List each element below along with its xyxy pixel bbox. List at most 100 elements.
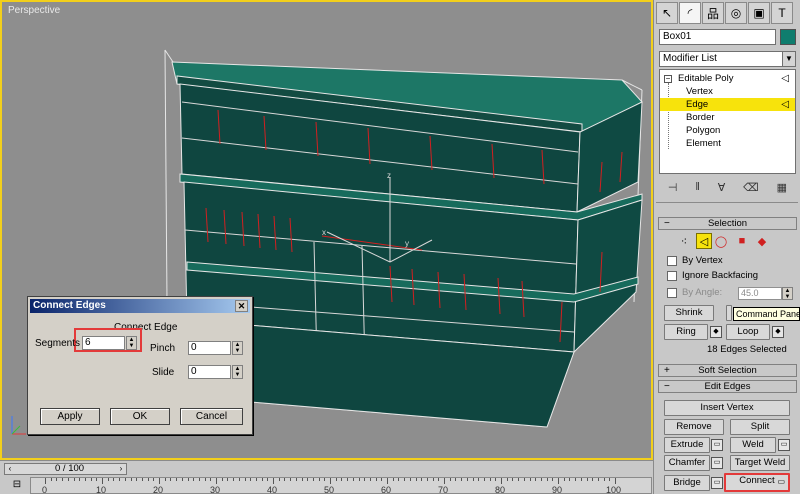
command-panel-tooltip: Command Panel (733, 307, 800, 321)
ruler-tick (50, 478, 52, 481)
target-weld-button[interactable]: Target Weld (730, 455, 790, 471)
connect-settings-icon[interactable]: ▭ (777, 476, 785, 488)
time-slider[interactable]: ‹ 0 / 100 › (4, 463, 127, 475)
stack-item-editable-poly[interactable]: − Editable Poly ◁ (660, 72, 795, 85)
pinch-input[interactable]: 0 (188, 341, 231, 355)
prev-frame-icon[interactable]: ‹ (5, 464, 15, 474)
stack-item-edge[interactable]: Edge ◁ (660, 98, 795, 111)
cancel-button[interactable]: Cancel (180, 408, 243, 425)
ruler-tick (449, 478, 451, 481)
ruler-tick (387, 478, 388, 484)
stack-item-element[interactable]: Element (660, 137, 795, 150)
stack-item-vertex[interactable]: Vertex (660, 85, 795, 98)
by-angle-checkbox[interactable] (667, 288, 677, 298)
ruler-tick (529, 478, 531, 481)
ok-button[interactable]: OK (110, 408, 170, 425)
ruler-tick (113, 478, 115, 481)
dialog-title-bar[interactable]: Connect Edges ✕ (30, 299, 250, 313)
display-tab[interactable]: ▣ (748, 2, 770, 24)
by-vertex-checkbox[interactable] (667, 256, 677, 266)
remove-modifier-icon[interactable]: ⌫ (743, 181, 759, 194)
segments-spinner[interactable]: ▲ ▼ (126, 336, 137, 350)
pin-stack-icon[interactable]: ⊣ (668, 181, 678, 194)
ruler-tick (273, 478, 274, 484)
grow-button[interactable] (726, 305, 732, 321)
ruler-tick (392, 478, 394, 481)
ruler-tick (483, 478, 485, 481)
track-ruler[interactable]: 0 10 20 30 40 50 60 70 80 90 100 (30, 477, 652, 494)
connect-button[interactable]: Connect ▭ (724, 473, 790, 492)
ruler-tick (597, 478, 599, 481)
ruler-tick (409, 478, 411, 481)
loop-button[interactable]: Loop (726, 324, 770, 340)
track-bar-icon[interactable]: ⊟ (9, 477, 25, 493)
extrude-settings-icon[interactable]: ▭ (711, 439, 723, 451)
object-name-field[interactable]: Box01 (659, 29, 776, 45)
stack-item-border[interactable]: Border (660, 111, 795, 124)
ruler-tick (535, 478, 537, 481)
chamfer-settings-icon[interactable]: ▭ (711, 457, 723, 469)
extrude-button[interactable]: Extrude (664, 437, 710, 453)
ruler-tick (312, 478, 314, 481)
create-tab[interactable]: ↖ (656, 2, 678, 24)
apply-button[interactable]: Apply (40, 408, 100, 425)
utilities-tab[interactable]: T (771, 2, 793, 24)
modifier-list-dropdown[interactable]: Modifier List ▼ (659, 51, 796, 67)
ruler-tick-label: 30 (210, 485, 221, 494)
slide-input[interactable]: 0 (188, 365, 231, 379)
slide-spinner[interactable]: ▲ ▼ (232, 365, 243, 379)
bridge-button[interactable]: Bridge (664, 475, 710, 491)
ring-spinner-icon[interactable]: ◆ (710, 326, 722, 338)
ruler-tick (358, 478, 360, 481)
3dsmax-window: Perspective z x y ↖ ◜ 品 ◎ ▣ T Box01 Modi… (0, 0, 800, 494)
show-end-result-icon[interactable]: ‖ (695, 181, 700, 193)
ruler-tick (586, 478, 588, 481)
chamfer-button[interactable]: Chamfer (664, 455, 710, 471)
object-color-swatch[interactable] (780, 29, 796, 45)
ruler-tick (546, 478, 548, 481)
make-unique-icon[interactable]: ∀ (718, 181, 726, 194)
pinch-spinner[interactable]: ▲ ▼ (232, 341, 243, 355)
ruler-tick (552, 478, 554, 481)
motion-tab[interactable]: ◎ (725, 2, 747, 24)
angle-spinner-arrows[interactable]: ▲ ▼ (782, 287, 793, 300)
segments-input[interactable]: 6 (82, 336, 125, 350)
remove-button[interactable]: Remove (664, 419, 724, 435)
edge-mode-icon: ◁ (781, 73, 789, 84)
ruler-tick (67, 478, 69, 481)
angle-spinner[interactable]: 45.0 (738, 287, 782, 300)
ruler-tick (164, 478, 166, 481)
split-button[interactable]: Split (730, 419, 790, 435)
soft-selection-rollout-header[interactable]: + Soft Selection (658, 364, 797, 377)
weld-settings-icon[interactable]: ▭ (778, 439, 790, 451)
configure-sets-icon[interactable]: ▦ (777, 181, 787, 194)
next-frame-icon[interactable]: › (116, 464, 126, 474)
close-icon[interactable]: ✕ (235, 300, 248, 312)
ruler-tick (523, 478, 525, 481)
hierarchy-tab[interactable]: 品 (702, 2, 724, 24)
ring-button[interactable]: Ring (664, 324, 708, 340)
weld-button[interactable]: Weld (730, 437, 776, 453)
collapse-icon[interactable]: − (664, 75, 672, 83)
border-mode-icon[interactable]: ◯ (713, 233, 729, 249)
polygon-mode-icon[interactable]: ■ (734, 233, 750, 249)
modify-tab[interactable]: ◜ (679, 2, 701, 24)
ruler-tick (609, 478, 611, 481)
edit-edges-rollout-header[interactable]: − Edit Edges (658, 380, 797, 393)
ruler-tick (136, 478, 138, 481)
shrink-button[interactable]: Shrink (664, 305, 714, 321)
vertex-mode-icon[interactable]: ⁖ (676, 233, 692, 249)
ignore-backfacing-checkbox[interactable] (667, 271, 677, 281)
insert-vertex-button[interactable]: Insert Vertex (664, 400, 790, 416)
frame-counter: 0 / 100 (55, 463, 85, 474)
element-mode-icon[interactable]: ◆ (754, 233, 770, 249)
bridge-settings-icon[interactable]: ▭ (711, 477, 723, 489)
stack-item-polygon[interactable]: Polygon (660, 124, 795, 137)
edge-mode-icon[interactable]: ◁ (696, 233, 712, 249)
loop-spinner-icon[interactable]: ◆ (772, 326, 784, 338)
ruler-tick (540, 478, 542, 481)
selection-rollout-header[interactable]: − Selection (658, 217, 797, 230)
chevron-down-icon[interactable]: ▼ (782, 52, 795, 66)
ruler-tick (501, 478, 502, 484)
ruler-tick-label: 80 (495, 485, 506, 494)
